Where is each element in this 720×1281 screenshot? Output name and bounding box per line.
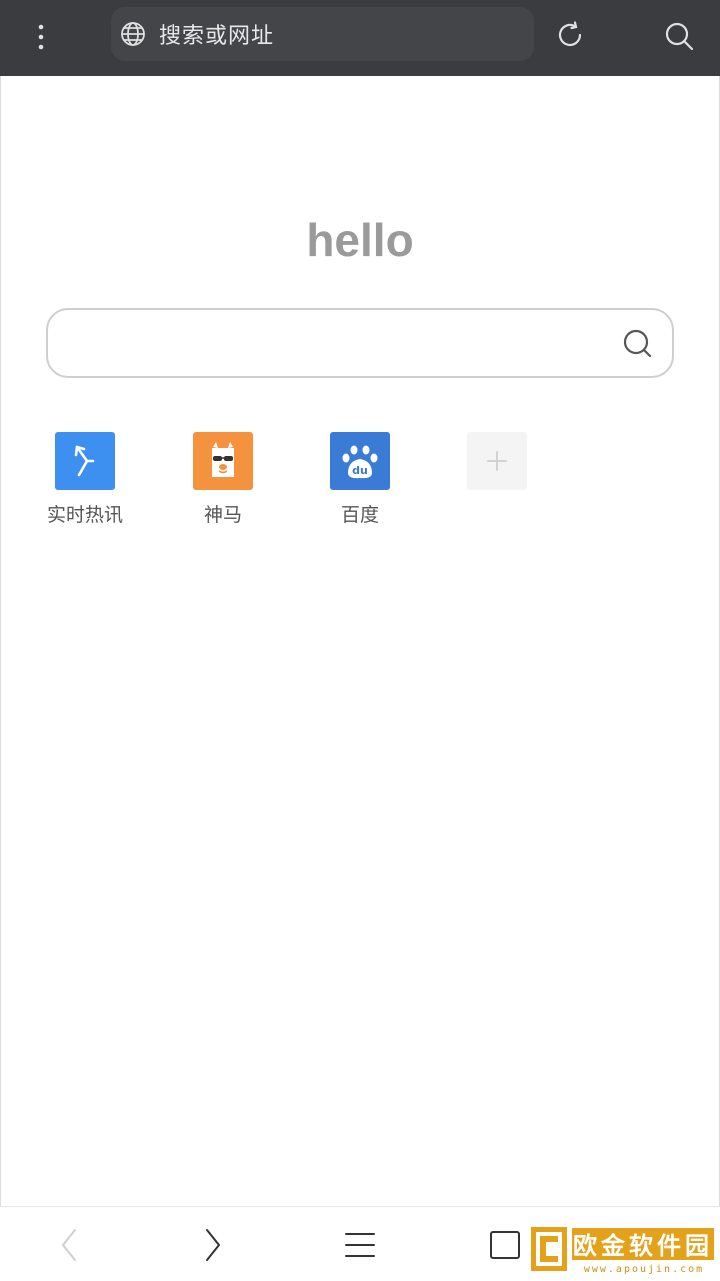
forward-icon — [206, 1229, 220, 1261]
greeting-title: hello — [306, 214, 414, 266]
watermark-text: 欧金软件园 — [570, 1226, 716, 1262]
home-search-input[interactable] — [70, 324, 614, 364]
address-placeholder: 搜索或网址 — [159, 24, 275, 49]
tabs-icon — [490, 1231, 520, 1259]
svg-text:du: du — [352, 464, 368, 477]
shortcut-label: 百度 — [340, 504, 379, 526]
forward-button[interactable] — [190, 1225, 236, 1265]
refresh-button[interactable] — [550, 15, 590, 55]
watermark-url: www.apoujin.com — [583, 1264, 705, 1275]
back-icon — [62, 1229, 76, 1261]
search-icon — [665, 22, 694, 51]
shortcut-baidu[interactable]: du 百度 — [300, 432, 420, 532]
globe-icon — [119, 20, 147, 48]
shortcut-realtime-news[interactable]: 实时热讯 — [25, 432, 145, 532]
browser-toolbar: 搜索或网址 — [0, 0, 720, 76]
menu-button[interactable] — [337, 1225, 383, 1265]
shortcut-label: 实时热讯 — [46, 504, 123, 526]
toolbar-search-button[interactable] — [658, 15, 700, 57]
alpaca-icon — [193, 432, 253, 490]
shortcut-shenma[interactable]: 神马 — [163, 432, 283, 532]
lightning-arrow-icon — [55, 432, 115, 490]
tabs-button[interactable] — [482, 1225, 528, 1265]
plus-icon — [467, 432, 527, 490]
shortcut-add[interactable] — [437, 432, 557, 532]
shortcut-label: 神马 — [203, 504, 242, 526]
menu-icon — [345, 1233, 375, 1257]
refresh-icon — [558, 21, 582, 47]
baidu-paw-icon: du — [330, 432, 390, 490]
shortcut-grid: 实时热讯 神马 du 百度 — [0, 432, 720, 542]
more-options-button[interactable] — [18, 14, 64, 60]
watermark-logo-icon — [529, 1225, 569, 1273]
back-button[interactable] — [46, 1225, 92, 1265]
search-icon[interactable] — [622, 328, 654, 360]
vertical-dots-icon — [38, 24, 44, 50]
site-watermark: 欧金软件园 www.apoujin.com — [528, 1222, 718, 1280]
address-bar[interactable]: 搜索或网址 — [111, 7, 534, 61]
home-search-box[interactable] — [46, 308, 674, 378]
